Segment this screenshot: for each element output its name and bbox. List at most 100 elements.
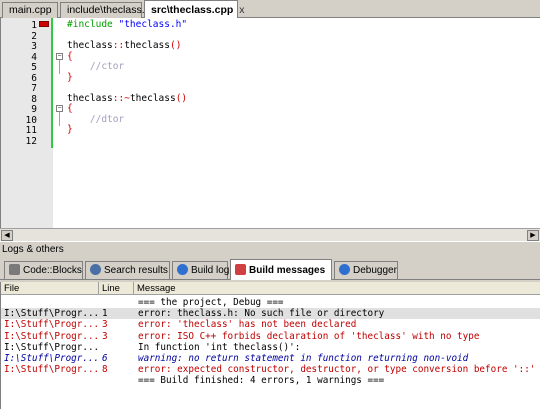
cell-message: In function 'int theclass()': bbox=[138, 341, 301, 353]
table-row[interactable]: I:\Stuff\Progr... 3 error: 'theclass' has … bbox=[1, 319, 540, 330]
code-token: #include bbox=[67, 19, 119, 30]
tab-label: src\theclass.cpp bbox=[151, 4, 234, 16]
line-number: 9 bbox=[31, 104, 37, 115]
cell-message: === Build finished: 4 errors, 1 warnings… bbox=[138, 375, 385, 387]
code-token: :: bbox=[112, 40, 125, 51]
code-token: } bbox=[67, 71, 73, 83]
cell-line: 3 bbox=[102, 319, 108, 331]
scroll-left-icon[interactable]: ◀ bbox=[1, 230, 13, 241]
table-row[interactable]: I:\Stuff\Progr... In function 'int thecla… bbox=[1, 342, 540, 353]
line-number: 4 bbox=[31, 51, 37, 63]
line-number: 7 bbox=[31, 83, 37, 94]
code-line[interactable]: //ctor bbox=[67, 61, 125, 73]
cell-message: error: theclass.h: No such file or direc… bbox=[138, 308, 385, 320]
code-line[interactable]: theclass::~theclass() bbox=[67, 92, 188, 105]
cell-line: 6 bbox=[102, 353, 108, 364]
code-line[interactable]: } bbox=[67, 71, 73, 84]
cell-line: 8 bbox=[102, 364, 108, 376]
tab-debugger[interactable]: Debugger bbox=[334, 261, 398, 279]
tab-label: Build messages bbox=[249, 265, 326, 276]
line-number: 10 bbox=[25, 114, 37, 126]
fold-toggle-icon[interactable]: − bbox=[56, 105, 63, 112]
line-number: 6 bbox=[31, 72, 37, 84]
tab-code-blocks[interactable]: Code::Blocks bbox=[4, 261, 83, 279]
table-row[interactable]: === the project, Debug === bbox=[1, 297, 540, 308]
cell-line: 3 bbox=[102, 330, 108, 342]
code-token: theclass bbox=[129, 92, 176, 104]
fold-line bbox=[59, 112, 60, 126]
tab-theclass-cpp[interactable]: src\theclass.cpp x bbox=[144, 0, 245, 19]
code-line[interactable]: theclass::theclass() bbox=[67, 40, 182, 52]
cell-message: === the project, Debug === bbox=[138, 297, 284, 308]
build-messages-icon bbox=[235, 264, 246, 275]
tab-label: main.cpp bbox=[9, 4, 52, 16]
line-number: 2 bbox=[31, 30, 37, 42]
code-line[interactable]: //dtor bbox=[67, 113, 125, 126]
tab-build-messages[interactable]: Build messages bbox=[230, 259, 332, 280]
editor-tab-bar: main.cpp include\theclass.h src\theclass… bbox=[0, 0, 540, 19]
code-token: "theclass.h" bbox=[118, 19, 188, 30]
cell-file: I:\Stuff\Progr... bbox=[4, 308, 99, 320]
code-token: { bbox=[67, 50, 73, 62]
tab-label: Search results bbox=[104, 265, 168, 276]
tab-search-results[interactable]: Search results bbox=[85, 261, 170, 279]
line-number: 3 bbox=[31, 41, 37, 52]
line-number: 11 bbox=[25, 125, 37, 136]
search-icon bbox=[90, 264, 101, 275]
line-number: 5 bbox=[31, 62, 37, 73]
cell-message: error: ISO C++ forbids declaration of 't… bbox=[138, 330, 480, 342]
close-tab-icon[interactable]: x bbox=[239, 4, 244, 16]
code-token: () bbox=[175, 92, 188, 104]
build-messages-table: File Line Message === the project, Debug… bbox=[0, 282, 540, 409]
tab-label: Debugger bbox=[353, 265, 397, 276]
tab-build-log[interactable]: Build log bbox=[172, 261, 230, 279]
code-token: } bbox=[67, 124, 73, 135]
table-row[interactable]: I:\Stuff\Progr... 3 error: ISO C++ forbids… bbox=[1, 331, 540, 342]
debugger-icon bbox=[339, 264, 350, 275]
tab-label: Build log bbox=[191, 265, 230, 276]
table-row[interactable]: I:\Stuff\Progr... 6 warning: no return sta… bbox=[1, 353, 540, 364]
table-row[interactable]: === Build finished: 4 errors, 1 warnings… bbox=[1, 375, 540, 386]
log-tab-bar: Code::Blocks Search results Build log Bu… bbox=[0, 259, 540, 280]
code-token: { bbox=[67, 103, 73, 114]
cell-message: error: 'theclass' has not been declared bbox=[138, 319, 357, 331]
code-line[interactable]: #include "theclass.h" bbox=[67, 19, 188, 31]
cell-file: I:\Stuff\Progr... bbox=[4, 341, 99, 353]
tab-label: Code::Blocks bbox=[23, 265, 82, 276]
cell-message: error: expected constructor, destructor,… bbox=[138, 364, 540, 376]
code-token: () bbox=[169, 40, 182, 51]
code-token: theclass bbox=[67, 40, 113, 51]
table-header: File Line Message bbox=[1, 282, 540, 295]
cell-file: I:\Stuff\Progr... bbox=[4, 364, 99, 376]
code-token: //ctor bbox=[67, 61, 125, 72]
column-header-file[interactable]: File bbox=[1, 282, 99, 295]
fold-line bbox=[59, 60, 60, 74]
code-editor[interactable]: − − 1 2 3 4 5 6 7 8 9 10 11 12 #include "theclass.h… bbox=[0, 18, 540, 228]
build-log-icon bbox=[177, 264, 188, 275]
fold-toggle-icon[interactable]: − bbox=[56, 53, 63, 60]
cell-message: warning: no return statement in function… bbox=[138, 353, 469, 364]
code-token: theclass bbox=[67, 92, 113, 104]
cell-file: I:\Stuff\Progr... bbox=[4, 319, 99, 331]
table-row[interactable]: I:\Stuff\Progr... 8 error: expected constr… bbox=[1, 364, 540, 375]
code-token: theclass bbox=[124, 40, 170, 51]
cell-line: 1 bbox=[102, 308, 108, 320]
line-number: 12 bbox=[25, 135, 37, 147]
cell-file: I:\Stuff\Progr... bbox=[4, 330, 99, 342]
tab-theclass-h[interactable]: include\theclass.h bbox=[60, 2, 150, 18]
line-number: 1 bbox=[31, 20, 37, 31]
logs-panel-title: Logs & others bbox=[2, 244, 64, 255]
table-row[interactable]: I:\Stuff\Progr... 1 error: theclass.h: No … bbox=[1, 308, 540, 320]
column-header-line[interactable]: Line bbox=[99, 282, 134, 295]
tab-label: include\theclass.h bbox=[67, 4, 151, 16]
code-line[interactable]: } bbox=[67, 124, 73, 136]
scroll-right-icon[interactable]: ▶ bbox=[527, 230, 539, 241]
editor-horizontal-scrollbar[interactable]: ◀ ▶ bbox=[0, 228, 540, 241]
line-number: 8 bbox=[31, 93, 37, 105]
column-header-message[interactable]: Message bbox=[134, 282, 540, 295]
tab-main-cpp[interactable]: main.cpp bbox=[2, 2, 58, 18]
code-token: //dtor bbox=[67, 113, 125, 125]
cell-file: I:\Stuff\Progr... bbox=[4, 353, 99, 364]
code-token: ::~ bbox=[112, 92, 130, 104]
logs-panel-header: Logs & others bbox=[0, 241, 540, 257]
